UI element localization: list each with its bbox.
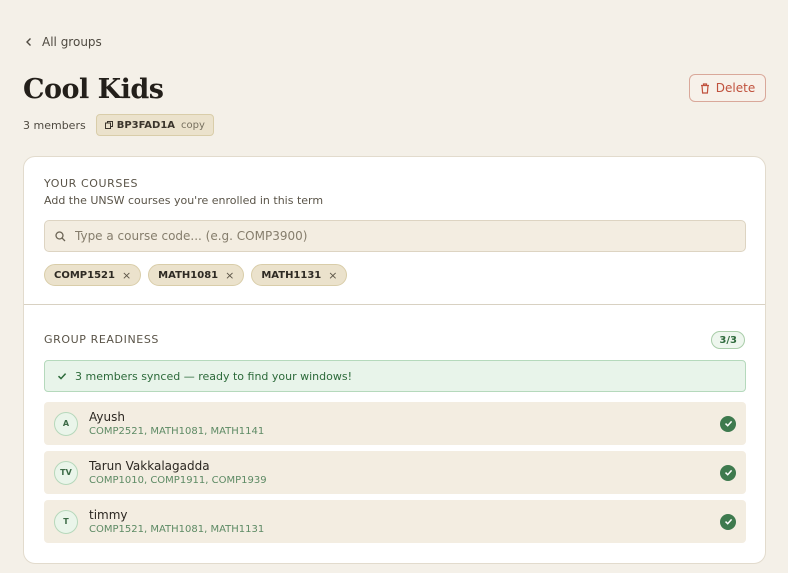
avatar: A — [54, 411, 78, 436]
group-code: BP3FAD1A — [116, 119, 176, 131]
readiness-count-badge: 3/3 — [711, 331, 745, 349]
trash-icon — [700, 82, 709, 94]
synced-banner: 3 members synced — ready to find your wi… — [44, 360, 746, 392]
back-link[interactable]: All groups — [24, 35, 102, 49]
course-tag: MATH1081 × — [148, 264, 245, 286]
page-title: Cool Kids — [23, 74, 164, 105]
ready-check-icon — [720, 415, 736, 432]
chevron-left-icon — [26, 38, 31, 46]
course-tags: COMP1521 × MATH1081 × MATH1131 × — [44, 264, 745, 286]
courses-heading: YOUR COURSES — [44, 177, 139, 190]
member-name: Tarun Vakkalagadda — [89, 459, 210, 473]
course-search — [44, 220, 746, 252]
copy-label: copy — [181, 119, 205, 131]
member-name: Ayush — [89, 410, 125, 424]
readiness-heading: GROUP READINESS — [44, 333, 159, 346]
course-tag-label: COMP1521 — [54, 269, 115, 281]
member-courses: COMP1010, COMP1911, COMP1939 — [89, 475, 267, 486]
courses-section: YOUR COURSES Add the UNSW courses you're… — [24, 157, 765, 304]
delete-button[interactable]: Delete — [689, 74, 766, 102]
search-icon — [55, 230, 66, 241]
member-name: timmy — [89, 508, 128, 522]
member-row: T timmy COMP1521, MATH1081, MATH1131 — [44, 500, 746, 543]
course-tag: MATH1131 × — [251, 264, 348, 286]
course-tag: COMP1521 × — [44, 264, 142, 286]
group-meta: 3 members BP3FAD1A copy — [23, 114, 214, 136]
course-search-input[interactable] — [75, 229, 735, 243]
member-courses: COMP1521, MATH1081, MATH1131 — [89, 524, 265, 535]
member-list: A Ayush COMP2521, MATH1081, MATH1141 TV … — [44, 402, 746, 543]
ready-check-icon — [720, 464, 736, 481]
back-link-label: All groups — [42, 35, 102, 49]
copy-icon — [104, 121, 113, 129]
remove-course-icon[interactable]: × — [225, 269, 234, 282]
readiness-section: GROUP READINESS 3/3 3 members synced — r… — [24, 305, 765, 543]
delete-button-label: Delete — [715, 81, 756, 95]
avatar: TV — [54, 460, 78, 485]
group-code-chip[interactable]: BP3FAD1A copy — [95, 114, 214, 136]
avatar: T — [54, 509, 78, 534]
course-tag-label: MATH1081 — [158, 269, 219, 281]
member-row: TV Tarun Vakkalagadda COMP1010, COMP1911… — [44, 451, 746, 494]
course-tag-label: MATH1131 — [261, 269, 322, 281]
members-count: 3 members — [23, 118, 86, 132]
ready-check-icon — [720, 513, 736, 530]
remove-course-icon[interactable]: × — [328, 269, 337, 282]
courses-subtitle: Add the UNSW courses you're enrolled in … — [44, 194, 324, 207]
member-courses: COMP2521, MATH1081, MATH1141 — [89, 426, 265, 437]
check-icon — [57, 373, 67, 380]
member-row: A Ayush COMP2521, MATH1081, MATH1141 — [44, 402, 746, 445]
group-card: YOUR COURSES Add the UNSW courses you're… — [23, 156, 766, 564]
synced-message: 3 members synced — ready to find your wi… — [75, 369, 352, 383]
remove-course-icon[interactable]: × — [122, 269, 131, 282]
